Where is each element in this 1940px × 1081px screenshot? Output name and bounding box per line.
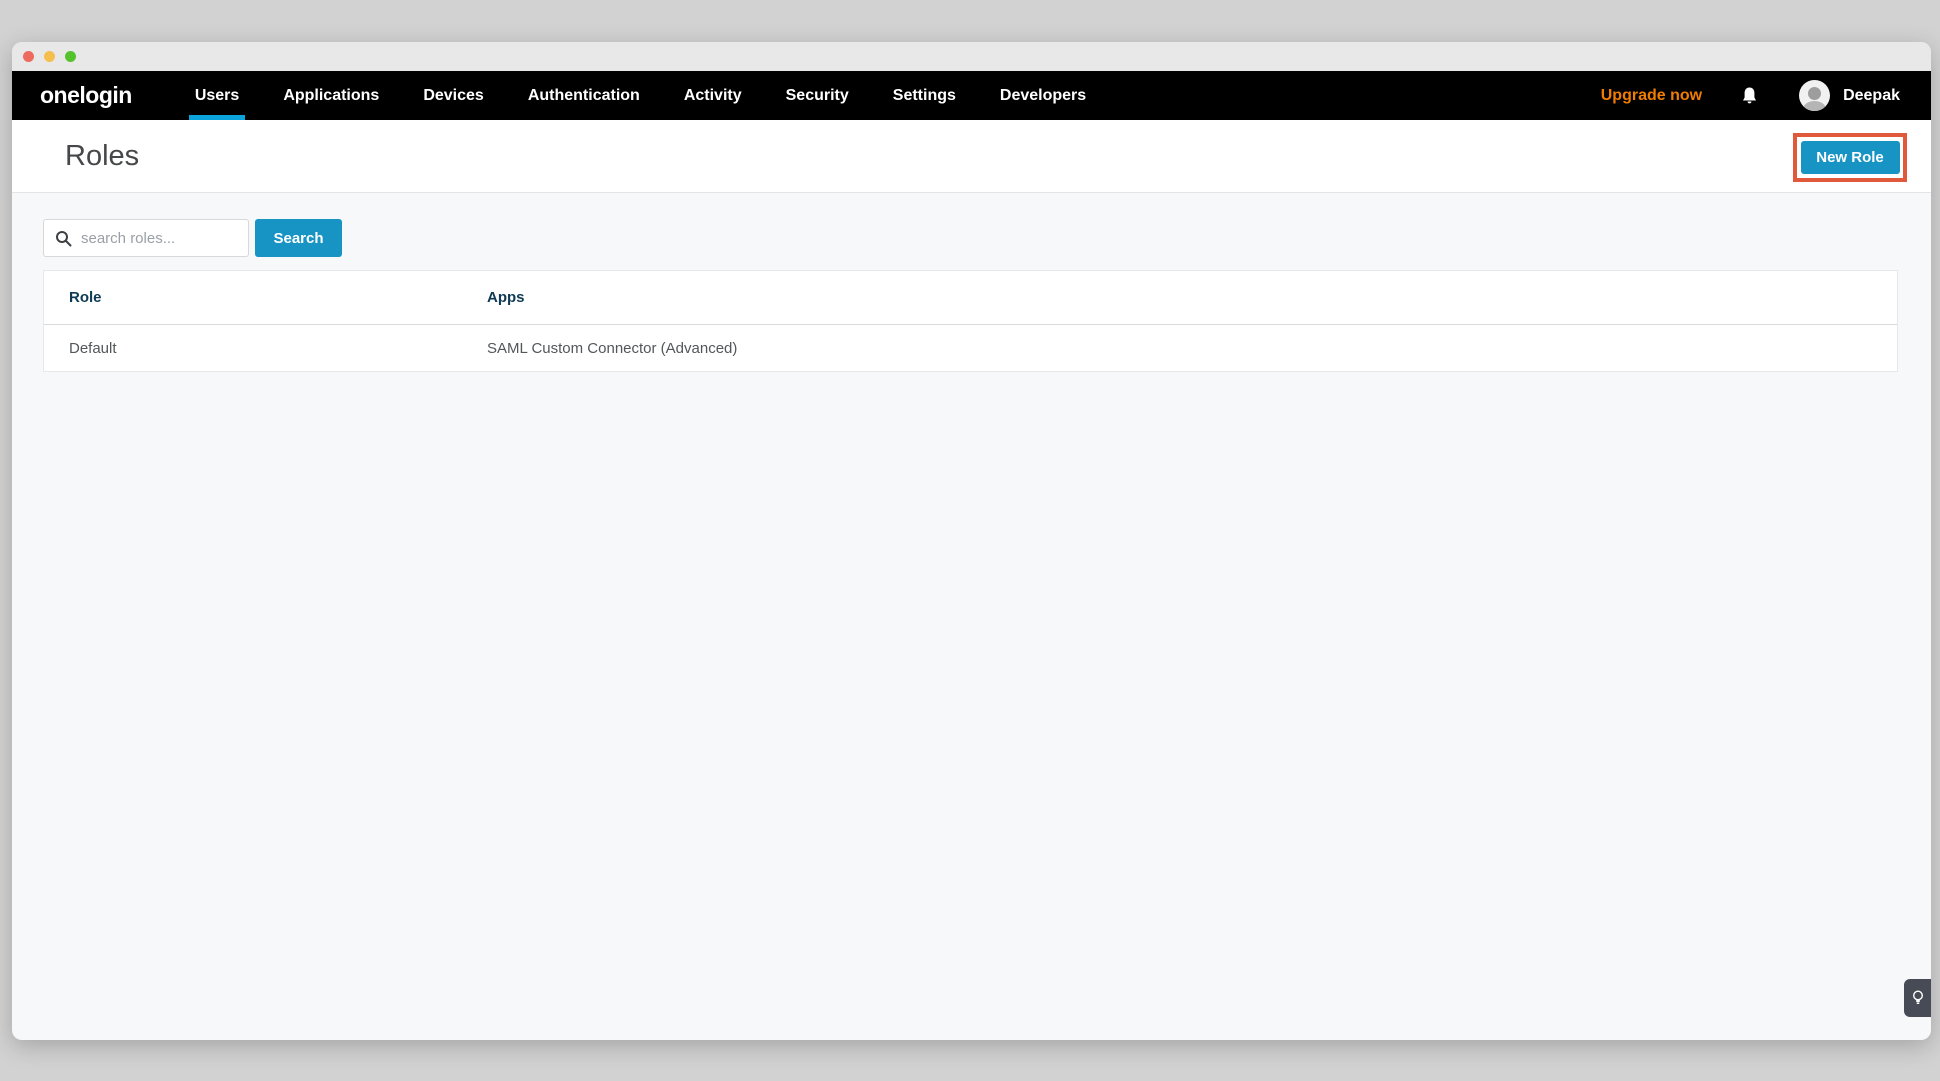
column-header-role: Role bbox=[44, 289, 487, 306]
nav-item-settings[interactable]: Settings bbox=[893, 71, 956, 120]
nav-item-users-label: Users bbox=[195, 87, 239, 105]
close-window-button[interactable] bbox=[23, 51, 34, 62]
nav-item-authentication[interactable]: Authentication bbox=[528, 71, 640, 120]
column-header-apps: Apps bbox=[487, 289, 1897, 306]
annotation-highlight-box: New Role bbox=[1793, 133, 1907, 182]
nav-item-developers[interactable]: Developers bbox=[1000, 71, 1086, 120]
search-input[interactable] bbox=[81, 230, 241, 247]
search-input-wrapper bbox=[43, 219, 249, 257]
onelogin-logo[interactable]: onelogin bbox=[40, 82, 132, 109]
user-name[interactable]: Deepak bbox=[1843, 87, 1900, 105]
new-role-button[interactable]: New Role bbox=[1801, 141, 1900, 174]
nav-item-security[interactable]: Security bbox=[786, 71, 849, 120]
nav-items: Users Applications Devices Authenticatio… bbox=[195, 71, 1086, 120]
nav-item-users[interactable]: Users bbox=[195, 71, 239, 120]
nav-item-devices-label: Devices bbox=[423, 87, 484, 105]
search-icon bbox=[55, 230, 72, 247]
nav-item-activity[interactable]: Activity bbox=[684, 71, 742, 120]
notifications-bell-icon[interactable] bbox=[1740, 86, 1759, 106]
nav-item-applications[interactable]: Applications bbox=[283, 71, 379, 120]
role-apps-cell: SAML Custom Connector (Advanced) bbox=[487, 340, 1897, 357]
search-row: Search bbox=[43, 219, 342, 257]
lightbulb-icon bbox=[1912, 990, 1924, 1007]
window-titlebar bbox=[12, 42, 1931, 71]
nav-right-section: Upgrade now Deepak bbox=[1601, 71, 1931, 120]
nav-item-devices[interactable]: Devices bbox=[423, 71, 484, 120]
page-title: Roles bbox=[65, 140, 139, 173]
nav-item-security-label: Security bbox=[786, 87, 849, 105]
upgrade-now-link[interactable]: Upgrade now bbox=[1601, 87, 1702, 105]
table-header-row: Role Apps bbox=[44, 271, 1897, 325]
roles-table-card: Role Apps Default SAML Custom Connector … bbox=[43, 270, 1898, 372]
content-area: Search Role Apps Default SAML Custom Con… bbox=[12, 193, 1931, 1040]
avatar-body-shape bbox=[1803, 101, 1826, 111]
avatar-head-shape bbox=[1808, 87, 1821, 100]
nav-item-developers-label: Developers bbox=[1000, 87, 1086, 105]
nav-item-authentication-label: Authentication bbox=[528, 87, 640, 105]
nav-item-applications-label: Applications bbox=[283, 87, 379, 105]
nav-item-activity-label: Activity bbox=[684, 87, 742, 105]
help-lightbulb-tab[interactable] bbox=[1904, 979, 1931, 1017]
top-navigation-bar: onelogin Users Applications Devices Auth… bbox=[12, 71, 1931, 120]
page-header-band: Roles New Role bbox=[12, 120, 1931, 193]
table-row[interactable]: Default SAML Custom Connector (Advanced) bbox=[44, 325, 1897, 371]
minimize-window-button[interactable] bbox=[44, 51, 55, 62]
search-button[interactable]: Search bbox=[255, 219, 342, 257]
maximize-window-button[interactable] bbox=[65, 51, 76, 62]
browser-window: onelogin Users Applications Devices Auth… bbox=[12, 42, 1931, 1040]
nav-item-settings-label: Settings bbox=[893, 87, 956, 105]
role-name-cell[interactable]: Default bbox=[44, 340, 487, 357]
user-avatar[interactable] bbox=[1799, 80, 1830, 111]
